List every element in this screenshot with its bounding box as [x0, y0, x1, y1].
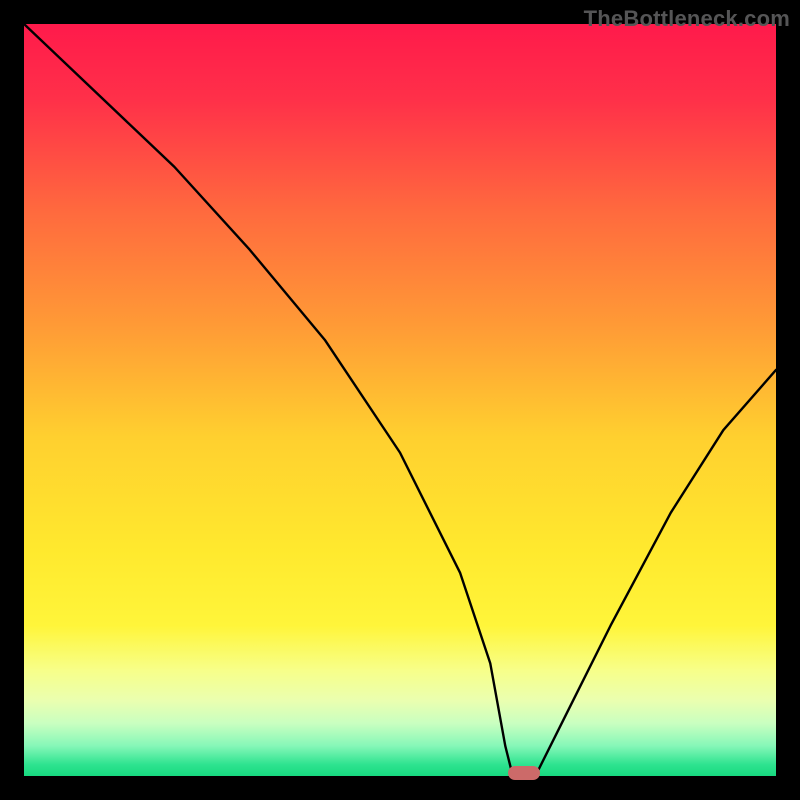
chart-frame: TheBottleneck.com	[0, 0, 800, 800]
minimum-marker	[508, 766, 540, 780]
chart-svg	[24, 24, 776, 776]
gradient-background	[24, 24, 776, 776]
watermark-text: TheBottleneck.com	[584, 6, 790, 32]
plot-area	[24, 24, 776, 776]
